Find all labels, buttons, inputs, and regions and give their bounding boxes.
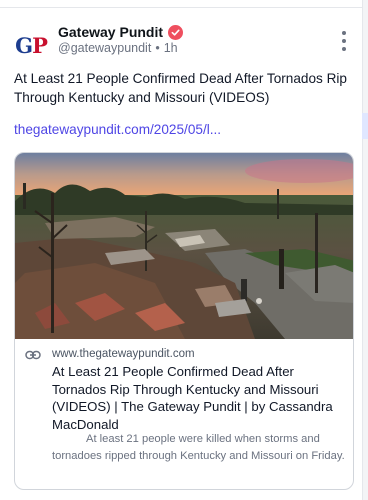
card-domain: www.thegatewaypundit.com (52, 348, 195, 360)
author-row: Gateway Pundit (58, 24, 184, 40)
avatar-letter-p: P (32, 32, 48, 58)
post-time[interactable]: 1h (164, 41, 178, 55)
scrollbar-thumb[interactable] (362, 113, 368, 139)
link-icon (25, 350, 41, 360)
card-title[interactable]: At Least 21 People Confirmed Dead After … (52, 363, 347, 433)
meta-separator: • (155, 41, 160, 55)
post-link[interactable]: thegatewaypundit.com/2025/05/l... (14, 122, 221, 137)
card-image[interactable] (15, 153, 353, 339)
author-handle[interactable]: @gatewaypundit (58, 41, 151, 55)
author-meta: @gatewaypundit • 1h (58, 41, 178, 55)
author-name[interactable]: Gateway Pundit (58, 24, 163, 40)
feed-top-divider (0, 0, 368, 8)
post-text: At Least 21 People Confirmed Dead After … (14, 71, 347, 105)
avatar-letter-g: G (15, 32, 33, 58)
avatar[interactable]: GP (14, 28, 48, 62)
verified-badge-icon (168, 24, 184, 40)
more-options-icon[interactable] (337, 31, 351, 51)
avatar-logo: GP (15, 32, 48, 58)
feed-scrollbar[interactable] (362, 0, 368, 500)
link-preview-card[interactable]: www.thegatewaypundit.com At Least 21 Peo… (14, 152, 354, 490)
card-description: At least 21 people were killed when stor… (52, 433, 345, 462)
feed-post[interactable]: GP Gateway Pundit @gatewaypundit • 1h At… (0, 9, 362, 500)
